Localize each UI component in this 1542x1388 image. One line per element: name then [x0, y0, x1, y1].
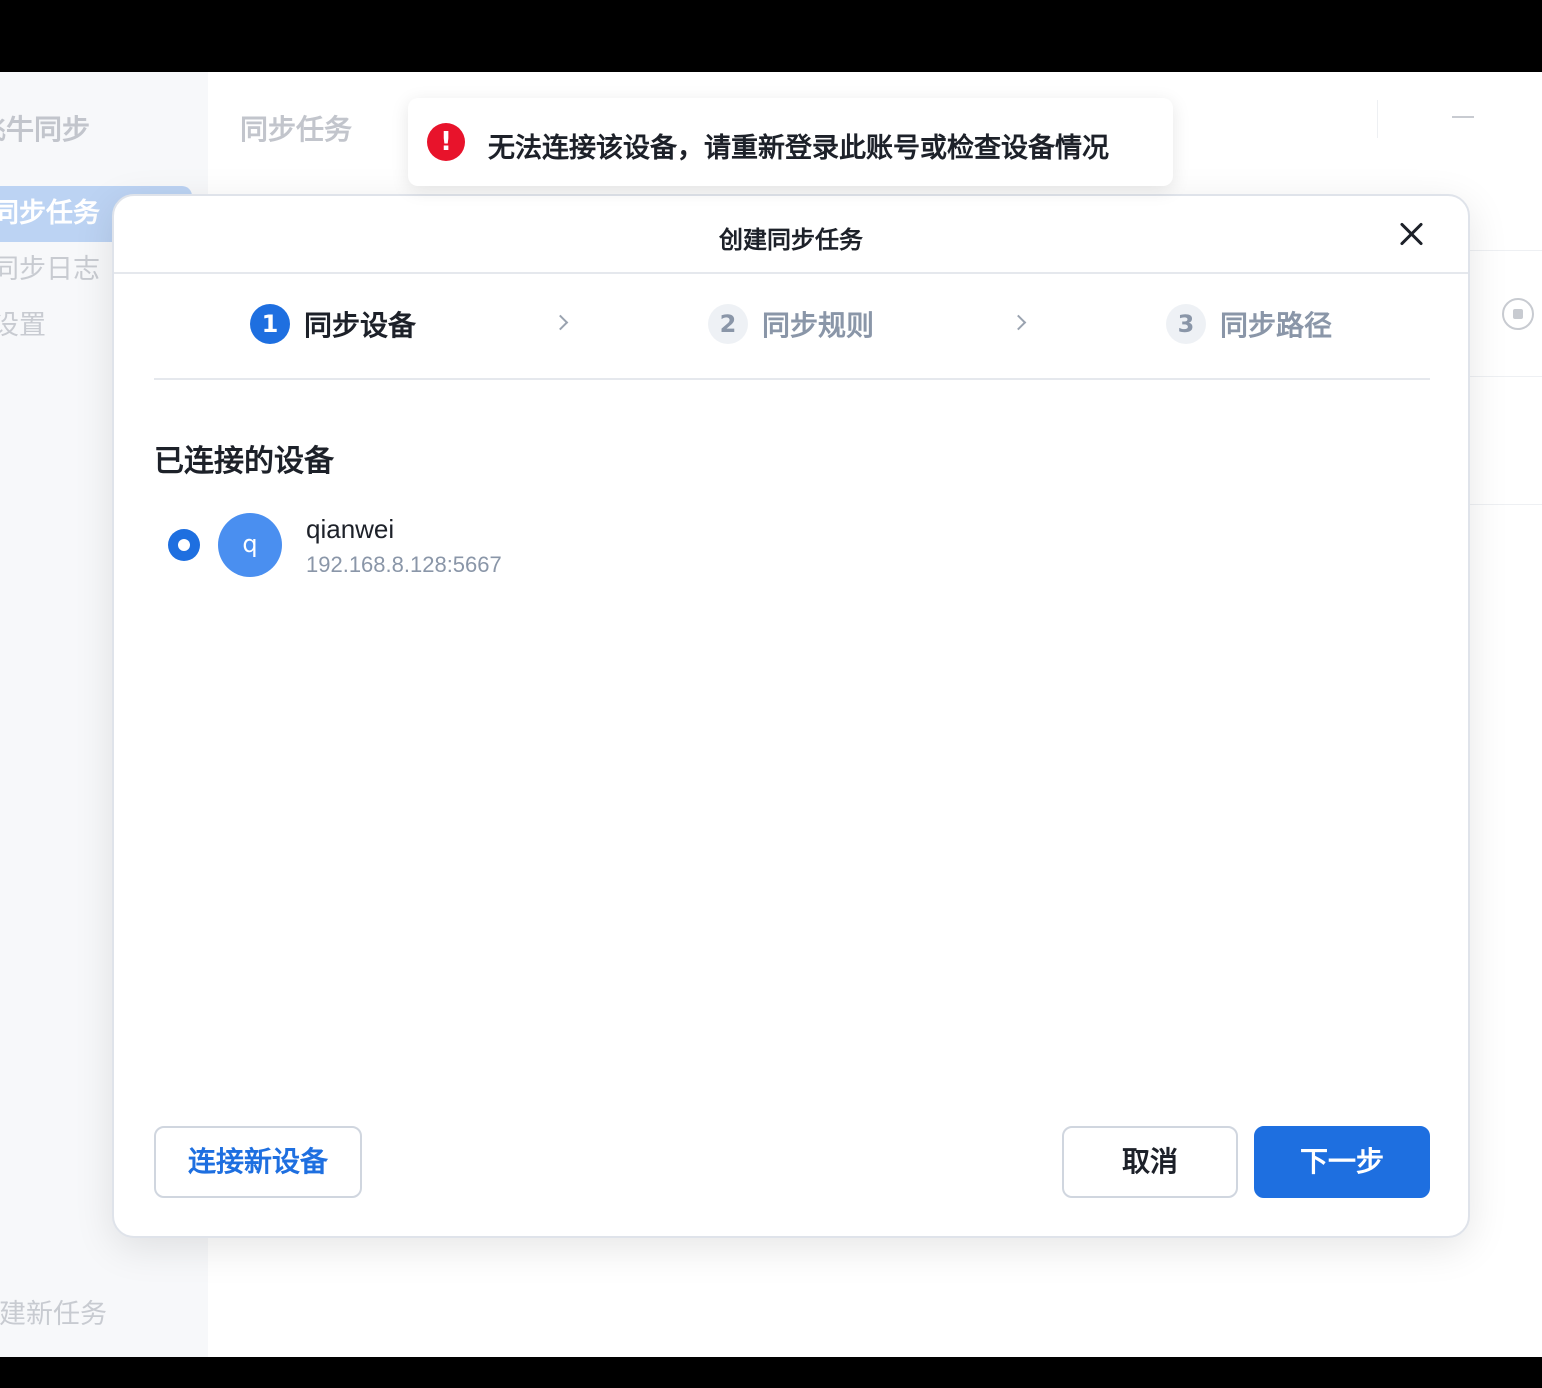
device-name: qianwei: [306, 514, 395, 544]
dialog-title: 创建同步任务: [719, 226, 863, 254]
connected-devices-heading: 已连接的设备: [154, 444, 334, 479]
step-number: 1: [250, 304, 290, 344]
step-number: 2: [708, 304, 748, 344]
device-item[interactable]: q qianwei 192.168.8.128:5667: [168, 512, 668, 578]
stepper: 1 同步设备 2 同步规则 3 同步路径: [154, 274, 1430, 380]
chevron-right-icon: [552, 314, 569, 331]
screen-bottom-bar: [0, 1357, 1542, 1388]
step-label: 同步路径: [1220, 309, 1333, 342]
create-sync-task-dialog: 创建同步任务 1 同步设备 2 同步规则 3 同步路径 已连接的设备 q qianwe…: [112, 194, 1470, 1238]
next-button[interactable]: 下一步: [1254, 1126, 1430, 1198]
step-sync-device: 1 同步设备: [250, 304, 416, 346]
stop-icon[interactable]: [1502, 298, 1534, 330]
window-divider: [1377, 100, 1378, 138]
step-label: 同步规则: [762, 309, 875, 342]
create-task-link[interactable]: 创建新任务: [0, 1292, 107, 1331]
step-sync-rules: 2 同步规则: [708, 304, 874, 346]
toast-message: 无法连接该设备，请重新登录此账号或检查设备情况: [488, 133, 1109, 164]
error-toast: ! 无法连接该设备，请重新登录此账号或检查设备情况: [408, 98, 1173, 186]
avatar: q: [218, 513, 282, 577]
screen-top-bar: [0, 0, 1542, 72]
dialog-header: 创建同步任务: [114, 196, 1468, 274]
page-title: 同步任务: [240, 113, 353, 146]
device-radio[interactable]: [168, 529, 200, 561]
background-row-divider: [1468, 250, 1542, 251]
error-icon: !: [427, 123, 465, 161]
step-label: 同步设备: [304, 309, 417, 342]
chevron-right-icon: [1010, 314, 1027, 331]
connect-new-device-button[interactable]: 连接新设备: [154, 1126, 362, 1198]
cancel-button[interactable]: 取消: [1062, 1126, 1238, 1198]
minimize-icon[interactable]: [1452, 116, 1474, 118]
background-row-divider: [1468, 376, 1542, 377]
app-title: 飞牛同步: [0, 113, 91, 146]
step-sync-path: 3 同步路径: [1166, 304, 1332, 346]
background-row-divider: [1468, 504, 1542, 505]
device-address: 192.168.8.128:5667: [306, 552, 502, 577]
close-icon[interactable]: [1396, 218, 1428, 250]
step-number: 3: [1166, 304, 1206, 344]
